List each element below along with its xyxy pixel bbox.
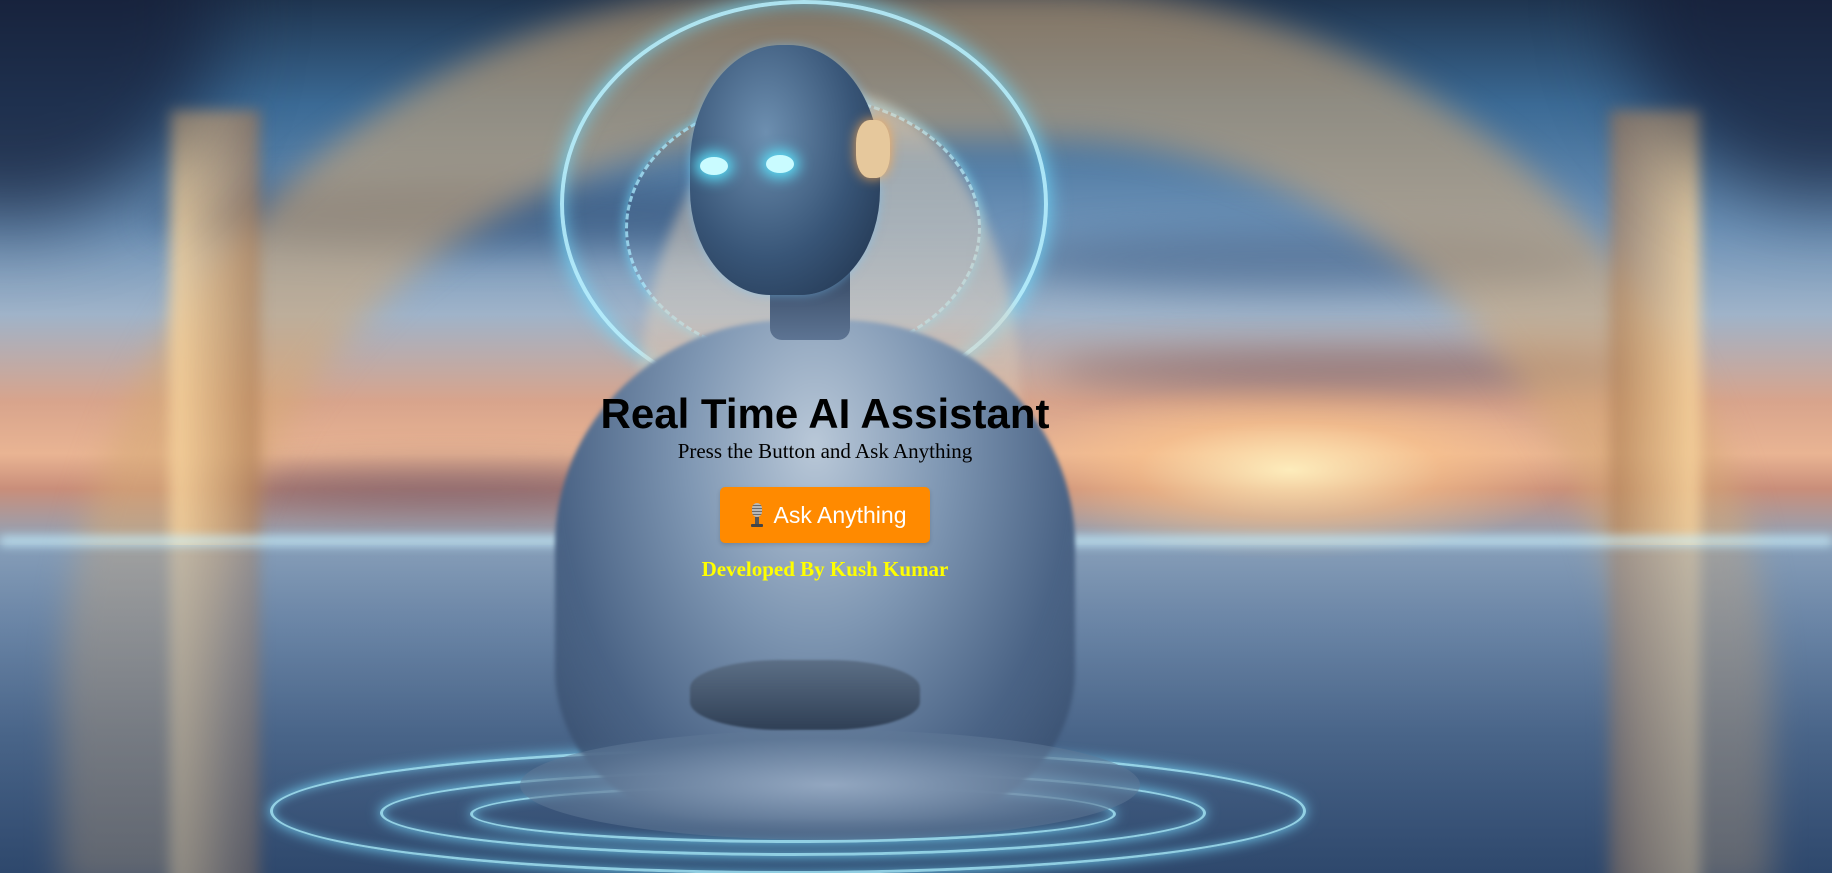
microphone-icon	[750, 503, 764, 527]
robot-headphone	[856, 120, 890, 178]
page-title: Real Time AI Assistant	[600, 390, 1050, 437]
robot-hands	[690, 660, 920, 730]
main-content: Real Time AI Assistant Press the Button …	[0, 389, 1650, 581]
robot-eye-right	[766, 155, 794, 173]
robot-base	[520, 730, 1140, 840]
developer-credit: Developed By Kush Kumar	[701, 557, 949, 581]
page-subtitle: Press the Button and Ask Anything	[677, 439, 973, 463]
ask-button-label: Ask Anything	[773, 501, 907, 528]
robot-eye-left	[700, 157, 728, 175]
ask-anything-button[interactable]: Ask Anything	[719, 487, 931, 543]
